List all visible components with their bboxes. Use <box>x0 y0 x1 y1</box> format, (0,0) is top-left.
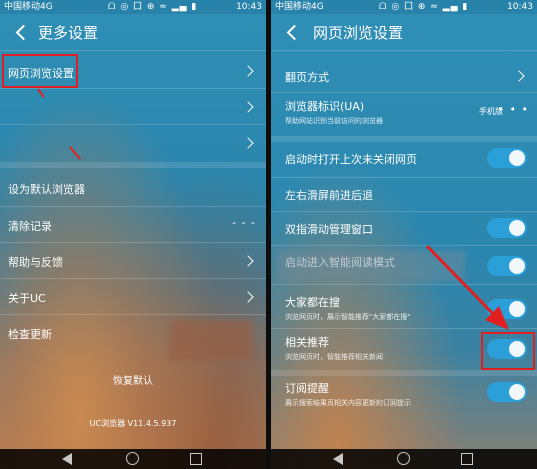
nav-back-icon[interactable] <box>333 453 343 465</box>
system-nav-bar <box>271 449 537 469</box>
divider <box>271 211 537 212</box>
menu-item-label: 检查更新 <box>8 328 52 341</box>
more-dots: • • • <box>497 103 529 116</box>
setting-description: 帮助网站识别当前访问的浏览器 <box>285 117 383 125</box>
menu-item-about-uc[interactable]: 关于UC <box>0 282 266 312</box>
chevron-right-icon <box>242 101 254 113</box>
setting-label: 左右滑屏前进后退 <box>285 189 373 202</box>
nav-recent-icon[interactable] <box>190 453 202 465</box>
setting-label: 翻页方式 <box>285 71 329 84</box>
restore-defaults-button[interactable]: 恢复默认 <box>0 372 266 387</box>
menu-item-hidden-1[interactable] <box>0 92 266 122</box>
menu-item-label: 帮助与反馈 <box>8 256 63 269</box>
menu-item-help-feedback[interactable]: 帮助与反馈 <box>0 246 266 276</box>
menu-item-label: 设为默认浏览器 <box>8 183 85 196</box>
status-icons: ᗝ ◎ 囗 ⊕ ≈ ▂▄ ▮ <box>379 2 469 12</box>
title-bar: 更多设置 <box>0 18 266 48</box>
setting-description: 展示搜索结果页相关内容更新的订阅提示 <box>285 399 411 407</box>
divider <box>0 88 266 89</box>
setting-description: 浏览网页时，智能推荐相关新闻 <box>285 353 383 361</box>
toggle-switch[interactable] <box>487 382 527 402</box>
toggle-knob <box>509 384 525 400</box>
menu-item-hidden-2[interactable] <box>0 128 266 158</box>
setting-swipe-navigation[interactable]: 左右滑屏前进后退 <box>271 180 537 208</box>
divider <box>271 50 537 51</box>
annotation-arrow <box>425 244 509 330</box>
nav-back-icon[interactable] <box>62 453 72 465</box>
title-bar: 网页浏览设置 <box>271 18 537 48</box>
setting-label: 双指滑动管理窗口 <box>285 223 373 236</box>
setting-label: 浏览器标识(UA) <box>285 100 365 113</box>
highlight-box <box>2 54 78 88</box>
menu-item-label: 清除记录 <box>8 220 52 233</box>
setting-label: 启动时打开上次未关闭网页 <box>285 153 417 166</box>
chevron-right-icon <box>242 291 254 303</box>
carrier-label: 中国移动4G <box>275 2 324 12</box>
section-separator <box>271 136 537 142</box>
back-icon[interactable] <box>12 22 34 44</box>
status-icons: ᗝ ◎ 囗 ⊕ ≈ ▂▄ ▮ <box>108 2 198 12</box>
setting-label: 相关推荐 <box>285 336 329 349</box>
left-screen: 中国移动4G ᗝ ◎ 囗 ⊕ ≈ ▂▄ ▮ 10:43 更多设置 网页浏览设置 … <box>0 0 266 469</box>
setting-subscription-reminder[interactable]: 订阅提醒 展示搜索结果页相关内容更新的订阅提示 <box>271 376 537 414</box>
status-bar: 中国移动4G ᗝ ◎ 囗 ⊕ ≈ ▂▄ ▮ 10:43 <box>0 0 266 14</box>
clock: 10:43 <box>236 2 262 12</box>
setting-page-turn-mode[interactable]: 翻页方式 <box>271 62 537 90</box>
nav-home-icon[interactable] <box>397 452 410 465</box>
section-separator <box>0 162 266 168</box>
status-bar: 中国移动4G ᗝ ◎ 囗 ⊕ ≈ ▂▄ ▮ 10:43 <box>271 0 537 14</box>
divider <box>0 50 266 51</box>
setting-label: 订阅提醒 <box>285 382 329 395</box>
divider <box>271 177 537 178</box>
toggle-switch[interactable] <box>487 218 527 238</box>
divider <box>0 278 266 279</box>
divider <box>0 242 266 243</box>
chevron-right-icon <box>513 70 525 82</box>
clock: 10:43 <box>507 2 533 12</box>
setting-two-finger-window[interactable]: 双指滑动管理窗口 <box>271 214 537 242</box>
chevron-right-icon <box>242 137 254 149</box>
setting-restore-last-pages[interactable]: 启动时打开上次未关闭网页 <box>271 144 537 172</box>
toggle-knob <box>509 220 525 236</box>
menu-item-set-default-browser[interactable]: 设为默认浏览器 <box>0 172 266 202</box>
page-title: 更多设置 <box>38 24 99 42</box>
page-title: 网页浏览设置 <box>313 24 404 42</box>
right-screen: 中国移动4G ᗝ ◎ 囗 ⊕ ≈ ▂▄ ▮ 10:43 网页浏览设置 翻页方式 … <box>271 0 537 469</box>
nav-recent-icon[interactable] <box>461 453 473 465</box>
redaction <box>170 320 252 360</box>
carrier-label: 中国移动4G <box>4 2 53 12</box>
toggle-knob <box>509 150 525 166</box>
toggle-switch[interactable] <box>487 148 527 168</box>
more-dots: - - - <box>232 216 256 229</box>
divider <box>0 206 266 207</box>
setting-user-agent[interactable]: 浏览器标识(UA) 帮助网站识别当前访问的浏览器 手机版 • • • <box>271 94 537 134</box>
chevron-right-icon <box>242 65 254 77</box>
divider <box>0 314 266 315</box>
chevron-right-icon <box>242 255 254 267</box>
menu-item-clear-records[interactable]: 清除记录 - - - <box>0 210 266 240</box>
nav-home-icon[interactable] <box>126 452 139 465</box>
menu-item-label: 关于UC <box>8 292 46 305</box>
divider <box>0 124 266 125</box>
divider <box>271 92 537 93</box>
setting-label: 大家都在搜 <box>285 296 340 309</box>
system-nav-bar <box>0 449 266 469</box>
version-label: UC浏览器 V11.4.5.937 <box>89 419 177 428</box>
back-icon[interactable] <box>283 22 305 44</box>
setting-description: 浏览网页时，展示智能推荐"大家都在搜" <box>285 313 411 321</box>
